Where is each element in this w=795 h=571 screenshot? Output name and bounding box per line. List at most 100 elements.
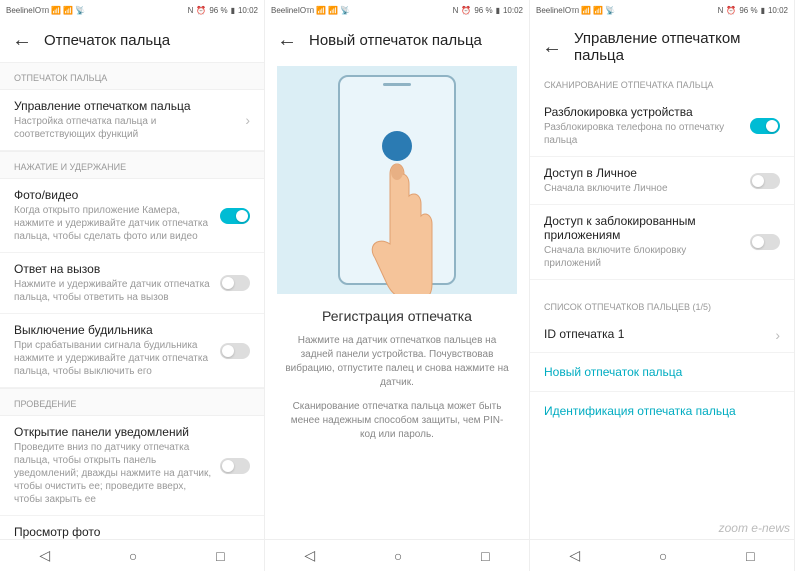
section-label: СПИСОК ОТПЕЧАТКОВ ПАЛЬЦЕВ (1/5): [530, 292, 794, 318]
toggle-notification-panel[interactable]: [220, 458, 250, 474]
toggle-unlock-device[interactable]: [750, 118, 780, 134]
screen-fingerprint-settings: BeelineIОтп 📶 📶 📡 N ⏰ 96 % ▮ 10:02 ← Отп…: [0, 0, 265, 571]
row-subtitle: Разблокировка телефона по отпечатку паль…: [544, 121, 742, 147]
carrier-label: BeelineIОтп: [536, 6, 579, 15]
nav-recent-icon[interactable]: □: [481, 548, 489, 564]
nav-home-icon[interactable]: ○: [659, 548, 667, 564]
row-subtitle: Сначала включите блокировку приложений: [544, 244, 742, 270]
nav-home-icon[interactable]: ○: [394, 548, 402, 564]
row-subtitle: Сначала включите Личное: [544, 182, 742, 195]
toggle-answer-call[interactable]: [220, 275, 250, 291]
watermark-label: zoom e-news: [719, 521, 790, 535]
header: ← Новый отпечаток пальца: [265, 20, 529, 62]
header: ← Отпечаток пальца: [0, 20, 264, 62]
row-photo-video[interactable]: Фото/видео Когда открыто приложение Каме…: [0, 179, 264, 253]
row-unlock-device[interactable]: Разблокировка устройства Разблокировка т…: [530, 96, 794, 157]
page-title: Отпечаток пальца: [44, 32, 170, 49]
back-icon[interactable]: ←: [12, 30, 32, 50]
row-subtitle: Проведите вниз по датчику отпечатка паль…: [14, 441, 212, 506]
row-notification-panel[interactable]: Открытие панели уведомлений Проведите вн…: [0, 416, 264, 516]
row-title: Доступ в Личное: [544, 166, 742, 180]
section-label: ОТПЕЧАТОК ПАЛЬЦА: [0, 62, 264, 90]
row-manage-fingerprint[interactable]: Управление отпечатком пальца Настройка о…: [0, 90, 264, 151]
nav-back-icon[interactable]: ◁: [304, 547, 315, 564]
signal-icon: 📶: [593, 6, 603, 15]
screen-new-fingerprint: BeelineIОтп 📶 📶 📡 N ⏰ 96 % ▮ 10:02 ← Нов…: [265, 0, 530, 571]
chevron-right-icon: ›: [245, 112, 250, 128]
nav-back-icon[interactable]: ◁: [39, 547, 50, 564]
back-icon[interactable]: ←: [542, 37, 562, 57]
link-new-fingerprint[interactable]: Новый отпечаток пальца: [530, 353, 794, 392]
carrier-label: BeelineIОтп: [271, 6, 314, 15]
alarm-icon: ⏰: [726, 6, 736, 15]
status-bar: BeelineIОтп 📶 📶 📡 N ⏰ 96 % ▮ 10:02: [265, 0, 529, 20]
clock-label: 10:02: [238, 6, 258, 15]
fingerprint-illustration: [277, 66, 517, 294]
section-label: ПРОВЕДЕНИЕ: [0, 388, 264, 416]
battery-label: 96 %: [739, 6, 757, 15]
row-title: Просмотр фото: [14, 525, 212, 539]
wifi-icon: 📡: [340, 6, 350, 15]
row-title: Открытие панели уведомлений: [14, 425, 212, 439]
section-label: СКАНИРОВАНИЕ ОТПЕЧАТКА ПАЛЬЦА: [530, 76, 794, 96]
nav-back-icon[interactable]: ◁: [569, 547, 580, 564]
row-title: Выключение будильника: [14, 323, 212, 337]
hand-icon: [347, 154, 447, 294]
section-label: НАЖАТИЕ И УДЕРЖАНИЕ: [0, 151, 264, 179]
page-title: Управление отпечатком пальца: [574, 30, 782, 64]
row-alarm-off[interactable]: Выключение будильника При срабатывании с…: [0, 314, 264, 388]
row-title: Доступ к заблокированным приложениям: [544, 214, 742, 242]
nfc-icon: N: [453, 6, 459, 15]
registration-title: Регистрация отпечатка: [265, 308, 529, 324]
alarm-icon: ⏰: [196, 6, 206, 15]
registration-text-1: Нажмите на датчик отпечатков пальцев на …: [265, 334, 529, 400]
row-fingerprint-id-1[interactable]: ID отпечатка 1 ›: [530, 318, 794, 353]
row-subtitle: Когда открыто приложение Камера, нажмите…: [14, 204, 212, 243]
navigation-bar: ◁ ○ □: [265, 539, 529, 571]
status-bar: BeelineIОтп 📶 📶 📡 N ⏰ 96 % ▮ 10:02: [0, 0, 264, 20]
navigation-bar: ◁ ○ □: [0, 539, 264, 571]
page-title: Новый отпечаток пальца: [309, 32, 482, 49]
row-app-lock-access[interactable]: Доступ к заблокированным приложениям Сна…: [530, 205, 794, 280]
toggle-photo-video[interactable]: [220, 208, 250, 224]
wifi-icon: 📡: [605, 6, 615, 15]
row-private-access[interactable]: Доступ в Личное Сначала включите Личное: [530, 157, 794, 205]
battery-icon: ▮: [496, 6, 500, 15]
row-subtitle: При срабатывании сигнала будильника нажм…: [14, 339, 212, 378]
status-bar: BeelineIОтп 📶 📶 📡 N ⏰ 96 % ▮ 10:02: [530, 0, 794, 20]
row-title: ID отпечатка 1: [544, 327, 767, 341]
clock-label: 10:02: [503, 6, 523, 15]
content: ОТПЕЧАТОК ПАЛЬЦА Управление отпечатком п…: [0, 62, 264, 539]
nfc-icon: N: [188, 6, 194, 15]
toggle-alarm-off[interactable]: [220, 343, 250, 359]
alarm-icon: ⏰: [461, 6, 471, 15]
signal-icon: 📶: [63, 6, 73, 15]
row-subtitle: Настройка отпечатка пальца и соответству…: [14, 115, 237, 141]
row-title: Фото/видео: [14, 188, 212, 202]
wifi-icon: 📡: [75, 6, 85, 15]
row-title: Ответ на вызов: [14, 262, 212, 276]
link-identify-fingerprint[interactable]: Идентификация отпечатка пальца: [530, 392, 794, 430]
row-browse-photos[interactable]: Просмотр фото При просмотре фото в полно…: [0, 516, 264, 539]
signal-icon: 📶: [316, 6, 326, 15]
signal-icon: 📶: [51, 6, 61, 15]
toggle-private-access[interactable]: [750, 173, 780, 189]
nav-home-icon[interactable]: ○: [129, 548, 137, 564]
row-answer-call[interactable]: Ответ на вызов Нажмите и удерживайте дат…: [0, 253, 264, 314]
battery-label: 96 %: [209, 6, 227, 15]
nav-recent-icon[interactable]: □: [746, 548, 754, 564]
back-icon[interactable]: ←: [277, 30, 297, 50]
nav-recent-icon[interactable]: □: [216, 548, 224, 564]
carrier-label: BeelineIОтп: [6, 6, 49, 15]
header: ← Управление отпечатком пальца: [530, 20, 794, 76]
battery-label: 96 %: [474, 6, 492, 15]
navigation-bar: ◁ ○ □: [530, 539, 794, 571]
nfc-icon: N: [718, 6, 724, 15]
battery-icon: ▮: [231, 6, 235, 15]
toggle-app-lock-access[interactable]: [750, 234, 780, 250]
row-title: Управление отпечатком пальца: [14, 99, 237, 113]
signal-icon: 📶: [581, 6, 591, 15]
content: Регистрация отпечатка Нажмите на датчик …: [265, 62, 529, 539]
row-subtitle: Нажмите и удерживайте датчик отпечатка п…: [14, 278, 212, 304]
battery-icon: ▮: [761, 6, 765, 15]
